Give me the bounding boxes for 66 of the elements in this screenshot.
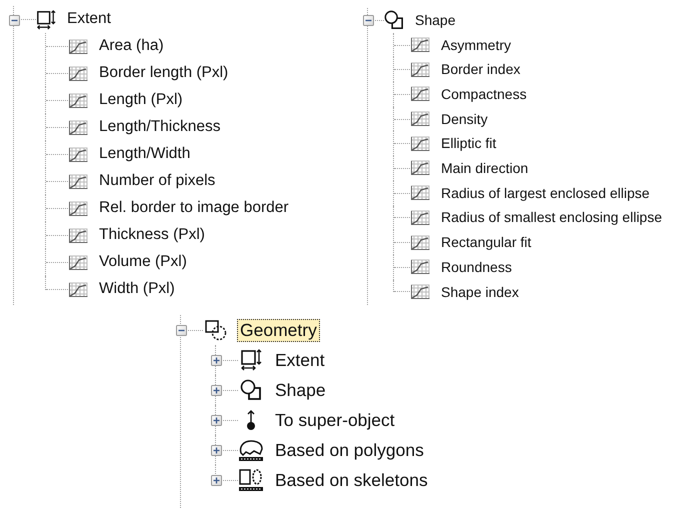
chart-icon [68,254,88,270]
chart-icon [410,234,430,251]
expander-toggle[interactable] [211,355,222,366]
tree-item[interactable]: Based on skeletons [272,468,431,492]
expander-toggle[interactable] [211,385,222,396]
tree-item[interactable]: Elliptic fit [438,134,500,154]
tree-item[interactable]: Based on polygons [272,438,427,462]
tree-item[interactable]: Shape [412,10,458,30]
expander-toggle[interactable] [211,445,222,456]
tree-item[interactable]: Radius of largest enclosed ellipse [438,184,653,203]
tree-item[interactable]: Number of pixels [96,171,218,192]
expander-toggle[interactable] [211,415,222,426]
polygon-icon [238,438,264,462]
chart-icon [68,92,88,108]
tree-item[interactable]: Rel. border to image border [96,198,292,219]
tree-item[interactable]: Width (Pxl) [96,279,178,300]
circle-square-icon [384,9,404,32]
expander-toggle[interactable] [9,14,20,26]
tree-item[interactable]: Extent [272,348,328,372]
tree-item[interactable]: Area (ha) [96,36,167,57]
arrow-dot-icon [244,409,258,431]
tree-item[interactable]: Main direction [438,159,532,178]
tree-item[interactable]: Geometry [237,318,320,342]
chart-icon [68,38,88,54]
tree-item[interactable]: Thickness (Pxl) [96,225,208,246]
tree-item[interactable]: Volume (Pxl) [96,252,190,273]
chart-icon [410,136,430,152]
rectangle-ellipse-icon [238,468,264,492]
tree-item[interactable]: Border length (Pxl) [96,63,232,84]
expander-toggle[interactable] [211,475,222,486]
chart-icon [68,282,88,298]
tree-item[interactable]: Shape [272,378,329,402]
square-arrows-icon [36,8,56,30]
tree-item[interactable]: Roundness [438,258,515,277]
chart-icon [410,284,430,300]
tree-item[interactable]: Compactness [438,85,530,104]
tree-item[interactable]: Border index [438,60,524,80]
tree-item[interactable]: Radius of smallest enclosing ellipse [438,208,665,228]
circle-square-icon [240,379,262,401]
chart-icon [68,66,88,82]
chart-icon [68,200,88,216]
tree-item[interactable]: Length (Pxl) [96,90,186,111]
tree-item[interactable]: To super-object [272,408,398,432]
tree-item[interactable]: Asymmetry [438,36,514,54]
chart-icon [410,37,430,54]
expander-toggle[interactable] [176,325,187,336]
tree-item[interactable]: Length/Thickness [96,117,224,138]
tree-item[interactable]: Rectangular fit [438,233,534,252]
square-arrows-icon [240,349,262,371]
tree-item[interactable]: Length/Width [96,144,194,165]
square-circle-icon [204,319,228,341]
chart-icon [410,62,430,78]
chart-icon [410,160,430,176]
chart-icon [410,86,430,102]
tree-item[interactable]: Shape index [438,282,522,302]
chart-icon [68,174,88,190]
chart-icon [410,185,430,202]
chart-icon [410,259,430,276]
expander-toggle[interactable] [363,15,374,26]
chart-icon [68,120,88,136]
tree-item[interactable]: Density [438,110,491,128]
chart-icon [410,210,430,226]
chart-icon [410,111,430,128]
tree-item[interactable]: Extent [64,9,114,30]
chart-icon [68,228,88,244]
chart-icon [68,146,88,162]
